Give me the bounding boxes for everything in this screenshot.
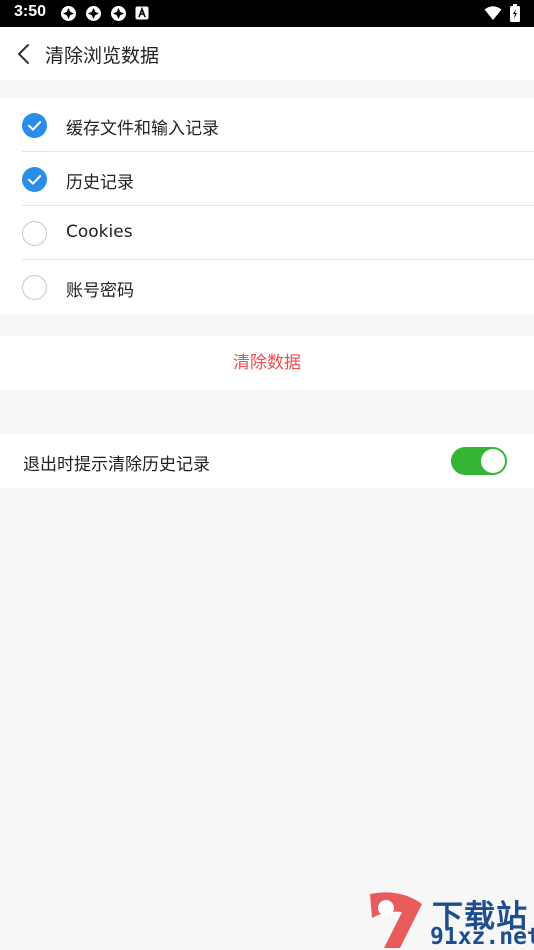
battery-icon bbox=[510, 4, 520, 22]
sync-icon bbox=[86, 6, 101, 21]
exit-prompt-label: 退出时提示清除历史记录 bbox=[23, 455, 210, 475]
app-header: 清除浏览数据 bbox=[0, 27, 534, 80]
status-notification-icons bbox=[60, 5, 149, 22]
status-system-icons bbox=[484, 4, 520, 22]
sync-icon bbox=[61, 6, 76, 21]
checked-circle-icon[interactable] bbox=[22, 113, 47, 138]
option-label: 账号密码 bbox=[66, 281, 134, 301]
a-icon bbox=[135, 6, 149, 20]
clear-options-list: 缓存文件和输入记录 历史记录 Cookies 账号密码 bbox=[0, 98, 534, 314]
back-arrow-icon[interactable] bbox=[14, 42, 34, 66]
option-history[interactable]: 历史记录 bbox=[0, 152, 534, 206]
option-cache-and-input[interactable]: 缓存文件和输入记录 bbox=[0, 98, 534, 152]
option-cookies[interactable]: Cookies bbox=[0, 206, 534, 260]
option-label: 历史记录 bbox=[66, 173, 134, 193]
checked-circle-icon[interactable] bbox=[22, 167, 47, 192]
exit-prompt-section: 退出时提示清除历史记录 bbox=[0, 434, 534, 488]
sync-icon bbox=[111, 6, 126, 21]
page-title: 清除浏览数据 bbox=[45, 45, 160, 67]
watermark-url: 91xz.net bbox=[430, 924, 534, 950]
wifi-icon bbox=[484, 6, 502, 20]
status-time: 3:50 bbox=[14, 3, 47, 20]
unchecked-circle-icon[interactable] bbox=[22, 221, 47, 246]
option-label: Cookies bbox=[66, 222, 133, 242]
clear-data-button[interactable]: 清除数据 bbox=[0, 336, 534, 390]
option-label: 缓存文件和输入记录 bbox=[66, 119, 219, 139]
unchecked-circle-icon[interactable] bbox=[22, 275, 47, 300]
clear-action-section: 清除数据 bbox=[0, 336, 534, 390]
exit-prompt-setting: 退出时提示清除历史记录 bbox=[0, 434, 534, 488]
exit-prompt-toggle[interactable] bbox=[451, 447, 507, 475]
option-account-password[interactable]: 账号密码 bbox=[0, 260, 534, 314]
status-bar: 3:50 bbox=[0, 0, 534, 27]
toggle-knob bbox=[481, 449, 505, 473]
